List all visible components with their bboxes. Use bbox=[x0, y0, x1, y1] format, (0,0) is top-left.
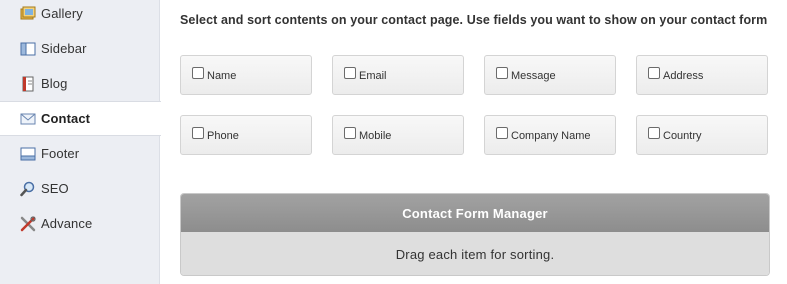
sidebar-item-label: Blog bbox=[41, 76, 68, 91]
sidebar-item-label: Sidebar bbox=[41, 41, 87, 56]
advance-icon bbox=[20, 215, 36, 232]
sidebar: Gallery Sidebar Blog Contact Footer SEO … bbox=[0, 0, 161, 284]
sidebar-item-blog[interactable]: Blog bbox=[0, 66, 160, 101]
field-label: Mobile bbox=[359, 130, 392, 142]
main-content: Select and sort contents on your contact… bbox=[160, 0, 787, 284]
field-name[interactable]: Name bbox=[180, 55, 312, 95]
sidebar-item-contact[interactable]: Contact bbox=[0, 101, 161, 136]
manager-title: Contact Form Manager bbox=[402, 205, 548, 221]
field-checkbox[interactable] bbox=[648, 66, 660, 79]
manager-header: Contact Form Manager bbox=[181, 194, 769, 232]
manager-drop-area[interactable]: Drag each item for sorting. bbox=[181, 232, 769, 275]
field-checkbox[interactable] bbox=[344, 66, 356, 79]
sidebar-item-footer[interactable]: Footer bbox=[0, 136, 160, 171]
field-label: Email bbox=[359, 70, 387, 82]
manager-hint: Drag each item for sorting. bbox=[395, 247, 555, 262]
field-label: Country bbox=[663, 130, 702, 142]
contact-icon bbox=[20, 111, 36, 127]
field-checkbox[interactable] bbox=[192, 66, 204, 79]
field-mobile[interactable]: Mobile bbox=[332, 115, 464, 155]
field-checkbox[interactable] bbox=[648, 126, 660, 139]
field-country[interactable]: Country bbox=[636, 115, 768, 155]
field-address[interactable]: Address bbox=[636, 55, 768, 95]
sidebar-icon bbox=[20, 41, 36, 57]
sidebar-item-label: Footer bbox=[41, 146, 80, 161]
contact-form-manager: Contact Form Manager Drag each item for … bbox=[180, 193, 770, 276]
field-checkbox[interactable] bbox=[496, 66, 508, 79]
field-company-name[interactable]: Company Name bbox=[484, 115, 616, 155]
field-label: Company Name bbox=[511, 130, 591, 142]
blog-icon bbox=[20, 76, 36, 92]
field-label: Name bbox=[207, 70, 237, 82]
sidebar-item-sidebar[interactable]: Sidebar bbox=[0, 31, 160, 66]
field-label: Phone bbox=[207, 130, 239, 142]
sidebar-item-label: Contact bbox=[41, 111, 91, 126]
field-checkbox[interactable] bbox=[192, 126, 204, 139]
field-label: Message bbox=[511, 70, 556, 82]
seo-icon bbox=[20, 181, 36, 197]
field-phone[interactable]: Phone bbox=[180, 115, 312, 155]
field-message[interactable]: Message bbox=[484, 55, 616, 95]
sidebar-item-label: SEO bbox=[41, 181, 69, 196]
sidebar-item-gallery[interactable]: Gallery bbox=[0, 0, 160, 31]
field-email[interactable]: Email bbox=[332, 55, 464, 95]
sidebar-item-label: Gallery bbox=[41, 6, 83, 21]
sidebar-item-advance[interactable]: Advance bbox=[0, 206, 160, 241]
instruction-text: Select and sort contents on your contact… bbox=[180, 13, 768, 27]
sidebar-item-label: Advance bbox=[41, 216, 93, 231]
gallery-icon bbox=[20, 6, 36, 22]
field-checkbox[interactable] bbox=[496, 126, 508, 139]
field-checkbox[interactable] bbox=[344, 126, 356, 139]
sidebar-item-seo[interactable]: SEO bbox=[0, 171, 160, 206]
footer-icon bbox=[20, 146, 36, 162]
field-label: Address bbox=[663, 70, 704, 82]
